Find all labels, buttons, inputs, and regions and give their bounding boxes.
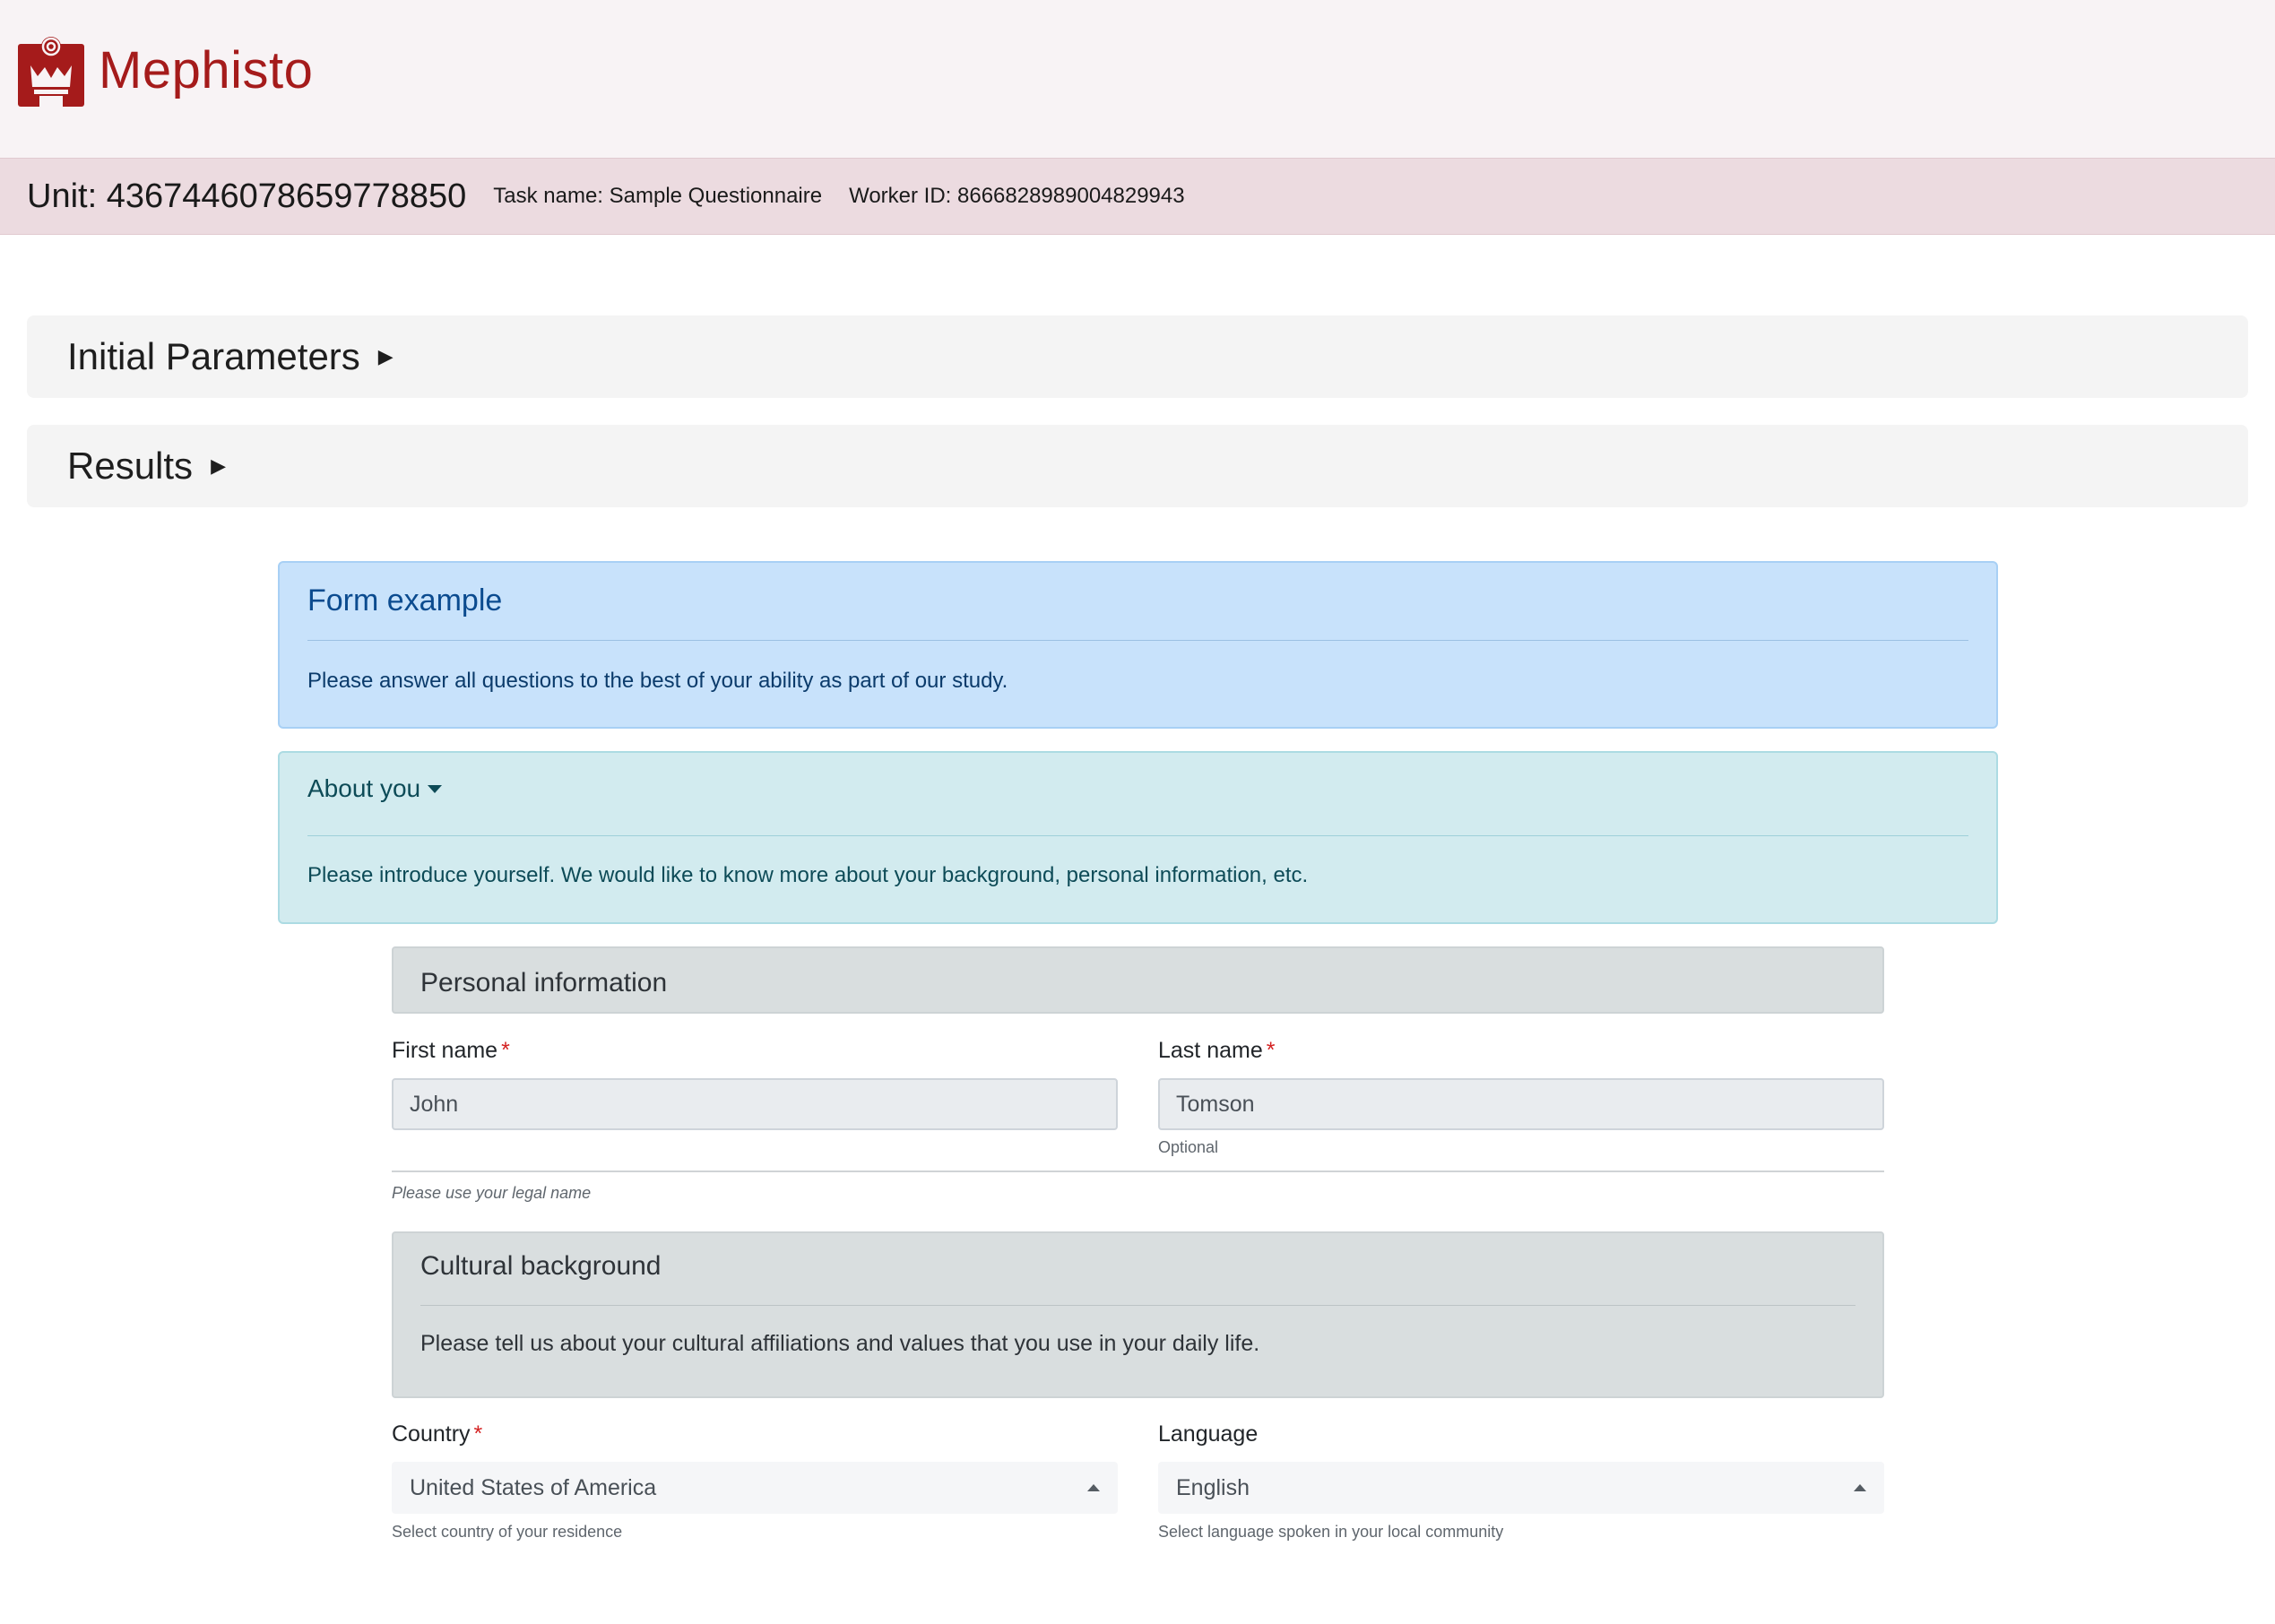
brand[interactable]: Mephisto [18,34,313,108]
task-name: Task name: Sample Questionnaire [493,184,823,208]
caret-down-icon [428,784,443,793]
unit-info-bar: Unit: 4367446078659778850 Task name: Sam… [0,158,2275,235]
form-intro-box: Form example Please answer all questions… [278,561,1998,729]
language-help: Select language spoken in your local com… [1158,1523,1504,1541]
required-mark: * [473,1421,483,1447]
country-label: Country * [392,1421,482,1447]
personal-information-header: Personal information [392,946,1884,1014]
about-you-toggle[interactable]: About you [307,773,1968,801]
label-text: First name [392,1038,498,1063]
country-select[interactable]: United States of America [392,1462,1118,1514]
country-select-value: United States of America [410,1474,657,1500]
header-bar: Mephisto [0,0,2275,158]
last-name-help: Optional [1158,1138,1219,1156]
unit-id: Unit: 4367446078659778850 [27,177,467,215]
last-name-input[interactable] [1158,1078,1884,1130]
worker-id: Worker ID: 8666828989004829943 [849,184,1185,208]
personal-information-help: Please use your legal name [392,1184,592,1202]
required-mark: * [501,1038,510,1063]
expand-arrow-icon: ▶ [377,345,394,367]
form-title: Form example [307,583,503,618]
about-you-text: Please introduce yourself. We would like… [307,863,1309,887]
first-name-label: First name * [392,1038,510,1064]
mephisto-logo-icon [18,37,84,107]
expand-arrow-icon: ▶ [211,454,226,477]
about-you-title: About you [307,774,421,802]
initial-parameters-title: Initial Parameters [67,335,360,377]
label-text: Last name [1158,1038,1263,1063]
divider [392,1170,1884,1172]
form-instructions: Please answer all questions to the best … [307,669,1008,693]
language-select-value: English [1176,1474,1250,1500]
results-toggle[interactable]: Results ▶ [27,425,2248,507]
caret-up-icon [1087,1484,1100,1491]
section-title: Cultural background [420,1251,662,1281]
label-text: Language [1158,1421,1259,1447]
language-label: Language [1158,1421,1258,1447]
results-title: Results [67,445,194,487]
country-help: Select country of your residence [392,1523,623,1541]
label-text: Country [392,1421,471,1447]
about-you-section: About you Please introduce yourself. We … [278,751,1998,924]
language-select[interactable]: English [1158,1462,1884,1514]
cultural-background-header: Cultural background Please tell us about… [392,1231,1884,1398]
cultural-background-text: Please tell us about your cultural affil… [420,1331,1260,1356]
divider [307,835,1968,836]
required-mark: * [1266,1038,1276,1063]
section-title: Personal information [420,968,668,998]
divider [420,1305,1855,1306]
last-name-label: Last name * [1158,1038,1275,1064]
initial-parameters-toggle[interactable]: Initial Parameters ▶ [27,315,2248,398]
caret-up-icon [1854,1484,1866,1491]
divider [307,640,1968,641]
brand-name: Mephisto [99,41,314,99]
first-name-input[interactable] [392,1078,1118,1130]
